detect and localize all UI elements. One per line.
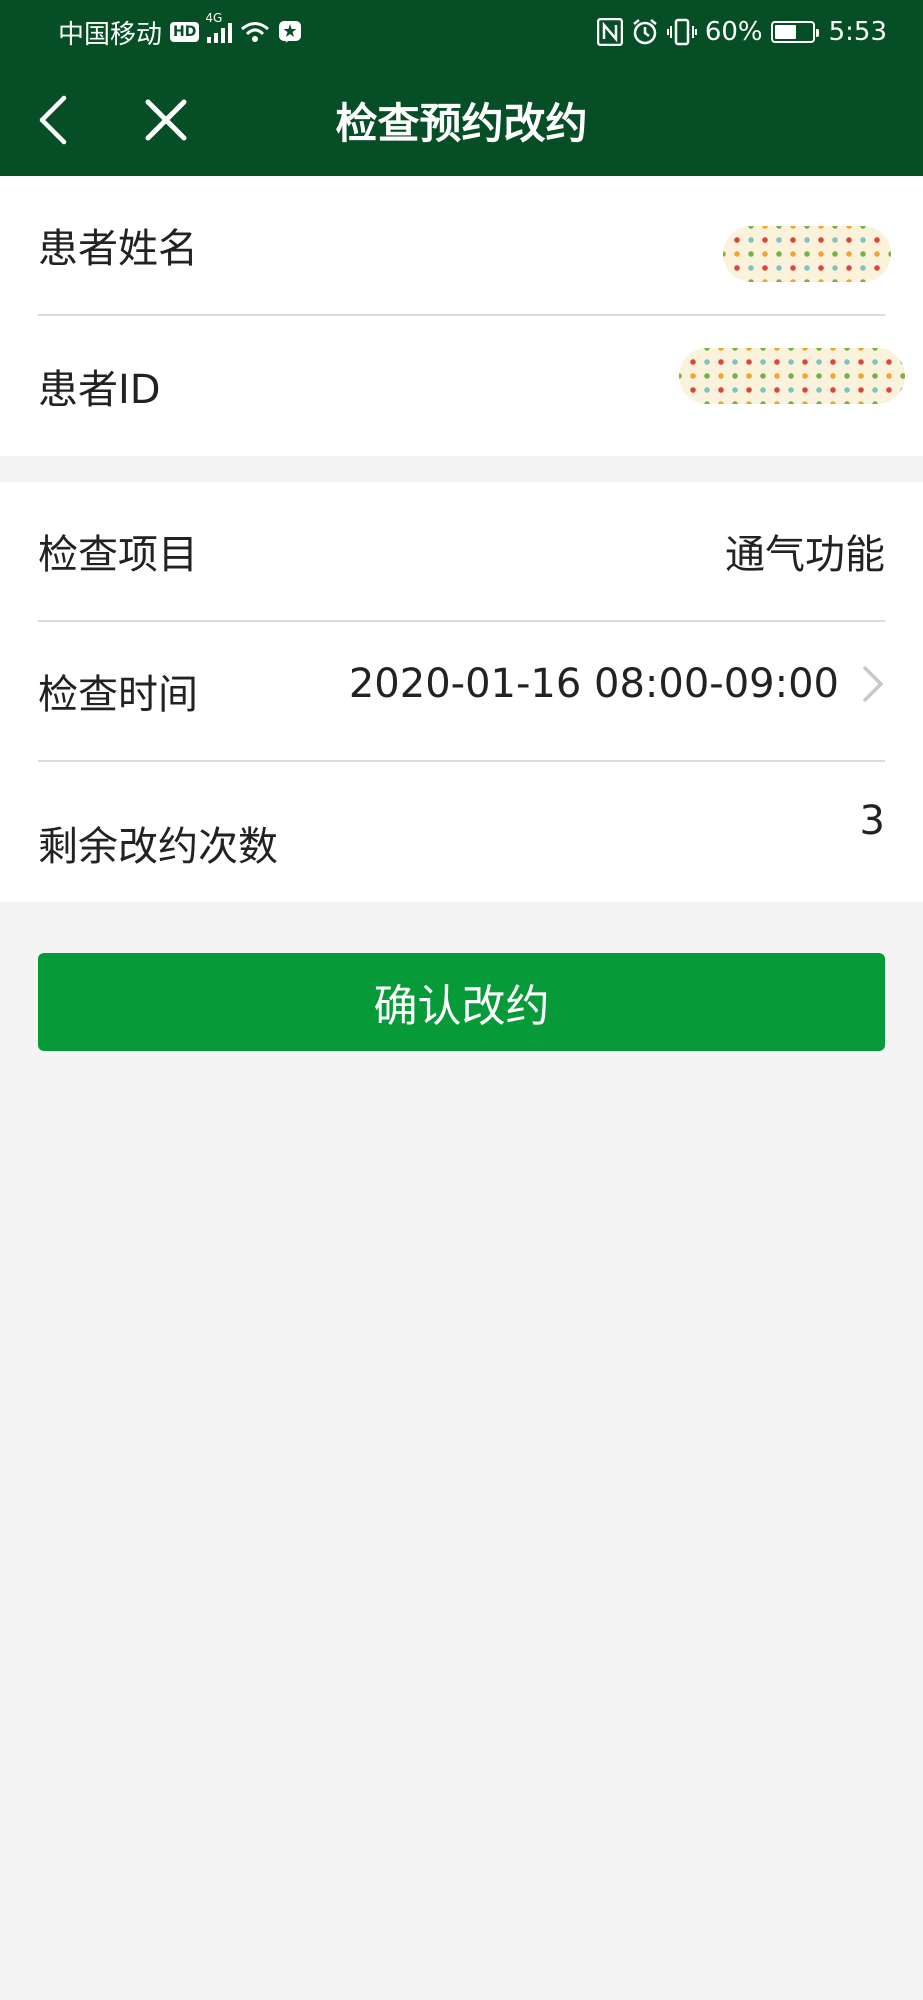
clock: 5:53 xyxy=(828,17,887,47)
remaining-changes-label: 剩余改约次数 xyxy=(38,824,278,870)
nfc-icon xyxy=(596,18,623,46)
exam-info-section: 检查项目 通气功能 检查时间 2020-01-16 08:00-09:00 剩余… xyxy=(0,482,923,902)
remaining-changes-row: 剩余改约次数 3 xyxy=(38,762,885,902)
carrier-name: 中国移动 xyxy=(58,19,163,50)
alarm-icon xyxy=(633,19,657,45)
page-title: 检查预约改约 xyxy=(335,99,588,148)
exam-time-row[interactable]: 检查时间 2020-01-16 08:00-09:00 xyxy=(38,622,885,762)
confirm-reschedule-button[interactable]: 确认改约 xyxy=(38,953,885,1051)
battery-icon xyxy=(770,21,819,43)
exam-item-label: 检查项目 xyxy=(38,532,198,578)
patient-id-redacted xyxy=(679,348,905,404)
network-type: 4G xyxy=(205,11,223,25)
status-left: 中国移动 HD 4G xyxy=(58,11,302,51)
hd-badge: HD xyxy=(170,22,200,42)
patient-name-label: 患者姓名 xyxy=(38,226,198,272)
status-right: 60% 5:53 xyxy=(596,17,887,47)
patient-info-section: 患者姓名 患者ID xyxy=(0,176,923,456)
notification-app-icon xyxy=(279,21,302,43)
navigation-bar: 检查预约改约 xyxy=(0,64,923,176)
chevron-right-icon xyxy=(863,666,883,702)
exam-time-value: 2020-01-16 08:00-09:00 xyxy=(348,661,839,707)
remaining-changes-value: 3 xyxy=(859,798,885,844)
app-header: 中国移动 HD 4G 60% 5:53 检查预约改约 xyxy=(0,0,923,176)
battery-level xyxy=(774,25,797,39)
cellular-signal-icon: 4G xyxy=(205,11,233,43)
vibrate-icon xyxy=(666,18,697,46)
exam-item-row: 检查项目 通气功能 xyxy=(38,482,885,622)
exam-time-picker[interactable]: 2020-01-16 08:00-09:00 xyxy=(349,661,885,707)
battery-percent: 60% xyxy=(704,17,763,47)
exam-item-value: 通气功能 xyxy=(725,532,885,578)
patient-id-label: 患者ID xyxy=(38,367,161,413)
patient-name-row: 患者姓名 xyxy=(38,176,891,316)
patient-id-row: 患者ID xyxy=(38,316,905,456)
patient-name-redacted xyxy=(723,226,891,282)
status-bar: 中国移动 HD 4G 60% 5:53 xyxy=(0,0,923,64)
wifi-icon xyxy=(241,22,270,42)
exam-time-label: 检查时间 xyxy=(38,672,198,718)
